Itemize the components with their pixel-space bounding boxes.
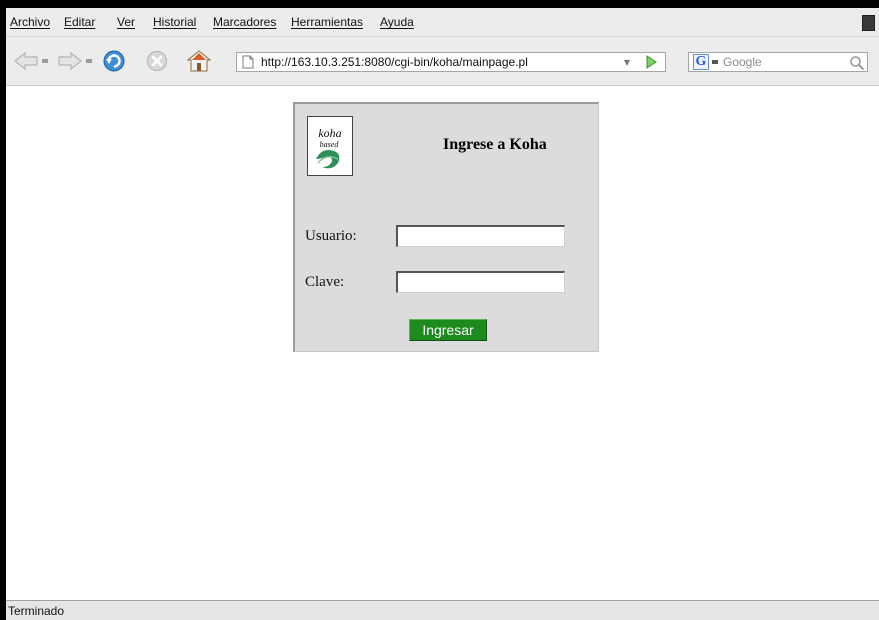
back-history-dropdown-icon[interactable] [42,59,48,63]
magnifier-icon[interactable] [849,55,865,71]
login-submit-button[interactable]: Ingresar [409,319,487,341]
browser-window: Archivo Editar Ver Historial Marcadores … [0,0,879,620]
status-text: Terminado [8,604,65,618]
stop-icon[interactable] [144,50,170,72]
menu-marcadores[interactable]: Marcadores [213,15,276,29]
page-content: koha based Ingrese a Koha Usuario: Clave… [6,86,879,600]
url-bar[interactable]: http://163.10.3.251:8080/cgi-bin/koha/ma… [236,52,666,72]
menu-historial[interactable]: Historial [153,15,196,29]
window-control-icon[interactable] [862,15,875,31]
login-panel: koha based Ingrese a Koha Usuario: Clave… [293,102,599,352]
logo-text-based: based [320,140,340,149]
forward-history-dropdown-icon[interactable] [86,59,92,63]
menu-editar[interactable]: Editar [64,15,95,29]
menu-ver[interactable]: Ver [117,15,135,29]
menu-bar: Archivo Editar Ver Historial Marcadores … [6,8,879,37]
username-field[interactable] [396,225,565,247]
navigation-toolbar: http://163.10.3.251:8080/cgi-bin/koha/ma… [6,37,879,86]
go-arrow-icon[interactable] [641,54,661,70]
search-placeholder[interactable]: Google [723,55,762,69]
url-dropdown-icon[interactable]: ▼ [617,53,637,71]
url-text[interactable]: http://163.10.3.251:8080/cgi-bin/koha/ma… [261,55,528,69]
menu-archivo[interactable]: Archivo [10,15,50,29]
menu-ayuda[interactable]: Ayuda [380,15,414,29]
logo-text-koha: koha [318,126,341,140]
page-icon [242,55,254,69]
status-bar: Terminado [6,600,879,620]
search-bar[interactable]: G Google [688,52,868,72]
koha-logo: koha based [307,116,353,176]
password-label: Clave: [305,274,345,290]
window-frame-top [0,0,879,8]
password-field[interactable] [396,271,565,293]
menu-herramientas[interactable]: Herramientas [291,15,363,29]
home-icon[interactable] [186,50,212,72]
search-engine-dropdown-icon[interactable] [712,60,718,64]
back-arrow-icon[interactable] [12,50,40,72]
login-title: Ingrese a Koha [443,136,547,153]
username-label: Usuario: [305,228,357,244]
forward-arrow-icon[interactable] [56,50,84,72]
search-engine-icon[interactable]: G [693,54,709,70]
reload-icon[interactable] [101,50,127,72]
